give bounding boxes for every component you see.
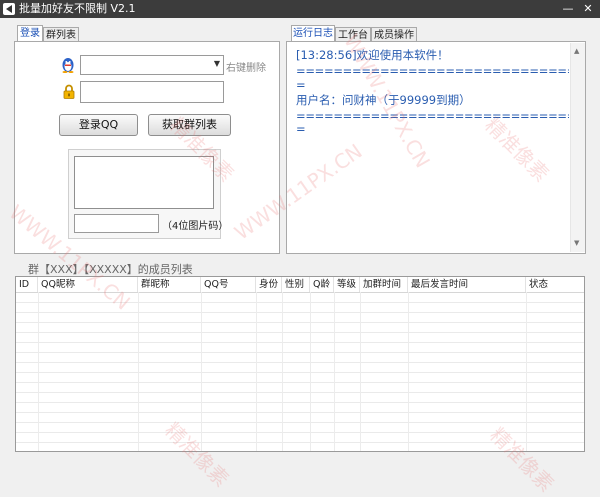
- column-separator: [201, 292, 202, 451]
- table-row[interactable]: [16, 333, 584, 343]
- right-key-delete-hint: 右键删除: [226, 63, 266, 74]
- log-line: =: [296, 78, 306, 92]
- table-row[interactable]: [16, 413, 584, 423]
- column-header[interactable]: Q龄: [310, 277, 334, 292]
- column-separator: [408, 292, 409, 451]
- column-header[interactable]: 性别: [282, 277, 310, 292]
- column-separator: [526, 292, 527, 451]
- column-separator: [360, 292, 361, 451]
- app-icon: [3, 3, 15, 15]
- qq-account-combobox[interactable]: ▼: [80, 55, 224, 75]
- tab-member-ops[interactable]: 成员操作: [371, 27, 417, 42]
- title-bar: 批量加好友不限制 V2.1 — ✕: [0, 0, 600, 18]
- column-header[interactable]: 身份: [256, 277, 282, 292]
- login-qq-button[interactable]: 登录QQ: [59, 114, 138, 136]
- table-row[interactable]: [16, 343, 584, 353]
- column-header[interactable]: 状态: [526, 277, 584, 292]
- password-input[interactable]: [80, 81, 224, 103]
- log-scrollbar[interactable]: ▲ ▼: [570, 43, 585, 252]
- table-row[interactable]: [16, 313, 584, 323]
- column-separator: [282, 292, 283, 451]
- run-log-panel: [13:28:56]欢迎使用本软件！ =====================…: [286, 41, 586, 254]
- column-header[interactable]: 最后发言时间: [408, 277, 526, 292]
- captcha-input[interactable]: [74, 214, 159, 233]
- column-separator: [38, 292, 39, 451]
- log-line: ================================: [296, 64, 569, 78]
- member-list-title: 群【XXX】【XXXXX】的成员列表: [28, 263, 193, 276]
- table-row[interactable]: [16, 373, 584, 383]
- column-header[interactable]: 加群时间: [360, 277, 408, 292]
- minimize-button[interactable]: —: [560, 0, 576, 18]
- lock-icon: [63, 84, 75, 99]
- tab-login[interactable]: 登录: [17, 25, 43, 42]
- window-title: 批量加好友不限制 V2.1: [19, 2, 136, 15]
- column-separator: [256, 292, 257, 451]
- column-header[interactable]: ID: [16, 277, 38, 292]
- table-row[interactable]: [16, 353, 584, 363]
- tab-group-list[interactable]: 群列表: [43, 27, 79, 42]
- scroll-down-icon[interactable]: ▼: [574, 239, 579, 247]
- column-header[interactable]: 等级: [334, 277, 360, 292]
- close-button[interactable]: ✕: [580, 0, 596, 18]
- table-row[interactable]: [16, 363, 584, 373]
- log-line: ================================: [296, 109, 569, 123]
- table-row[interactable]: [16, 393, 584, 403]
- column-separator: [334, 292, 335, 451]
- tab-run-log[interactable]: 运行日志: [291, 25, 335, 42]
- column-separator: [138, 292, 139, 451]
- table-row[interactable]: [16, 403, 584, 413]
- captcha-hint: （4位图片码）: [162, 221, 229, 232]
- log-line: =: [296, 122, 306, 136]
- column-header[interactable]: QQ号: [201, 277, 256, 292]
- column-separator: [310, 292, 311, 451]
- table-row[interactable]: [16, 323, 584, 333]
- table-row[interactable]: [16, 303, 584, 313]
- captcha-image[interactable]: [74, 156, 214, 209]
- column-header[interactable]: 群昵称: [138, 277, 201, 292]
- scroll-up-icon[interactable]: ▲: [574, 47, 579, 55]
- table-row[interactable]: [16, 383, 584, 393]
- penguin-icon: [61, 57, 75, 73]
- chevron-down-icon[interactable]: ▼: [214, 59, 220, 68]
